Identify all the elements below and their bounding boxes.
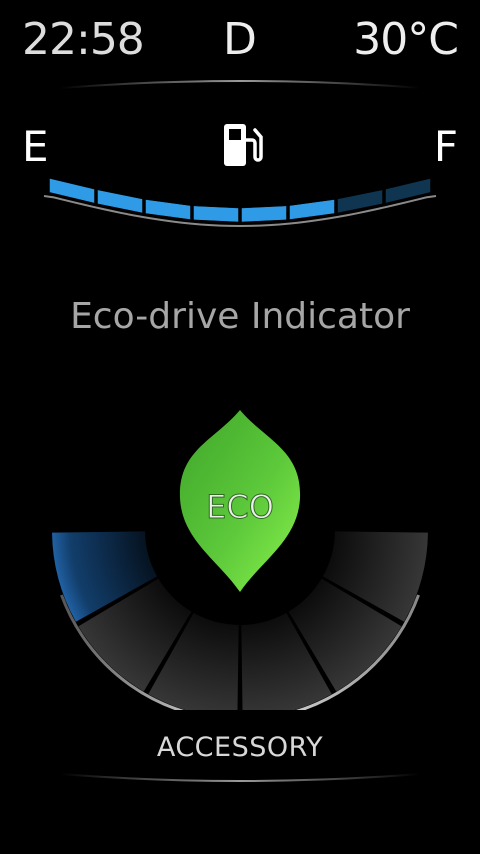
fuel-segment bbox=[241, 205, 287, 223]
fuel-segment bbox=[193, 205, 239, 223]
bottom-divider bbox=[60, 773, 420, 782]
eco-drive-title: Eco-drive Indicator bbox=[70, 296, 410, 337]
eco-drive-dial: ECO bbox=[52, 410, 428, 710]
status-bar: 22:58 D 30°C bbox=[0, 0, 480, 96]
fuel-segment bbox=[145, 199, 191, 220]
outside-temperature: 30°C bbox=[353, 14, 459, 65]
fuel-level-bar bbox=[43, 178, 437, 228]
eco-badge: ECO bbox=[179, 410, 301, 592]
fuel-segment bbox=[289, 199, 335, 220]
fuel-segment bbox=[49, 178, 95, 204]
eco-badge-label: ECO bbox=[206, 488, 274, 526]
fuel-segment bbox=[385, 178, 431, 204]
top-divider bbox=[60, 80, 420, 89]
fuel-gauge-section: E F bbox=[0, 110, 480, 230]
ignition-mode-label: ACCESSORY bbox=[156, 732, 324, 763]
